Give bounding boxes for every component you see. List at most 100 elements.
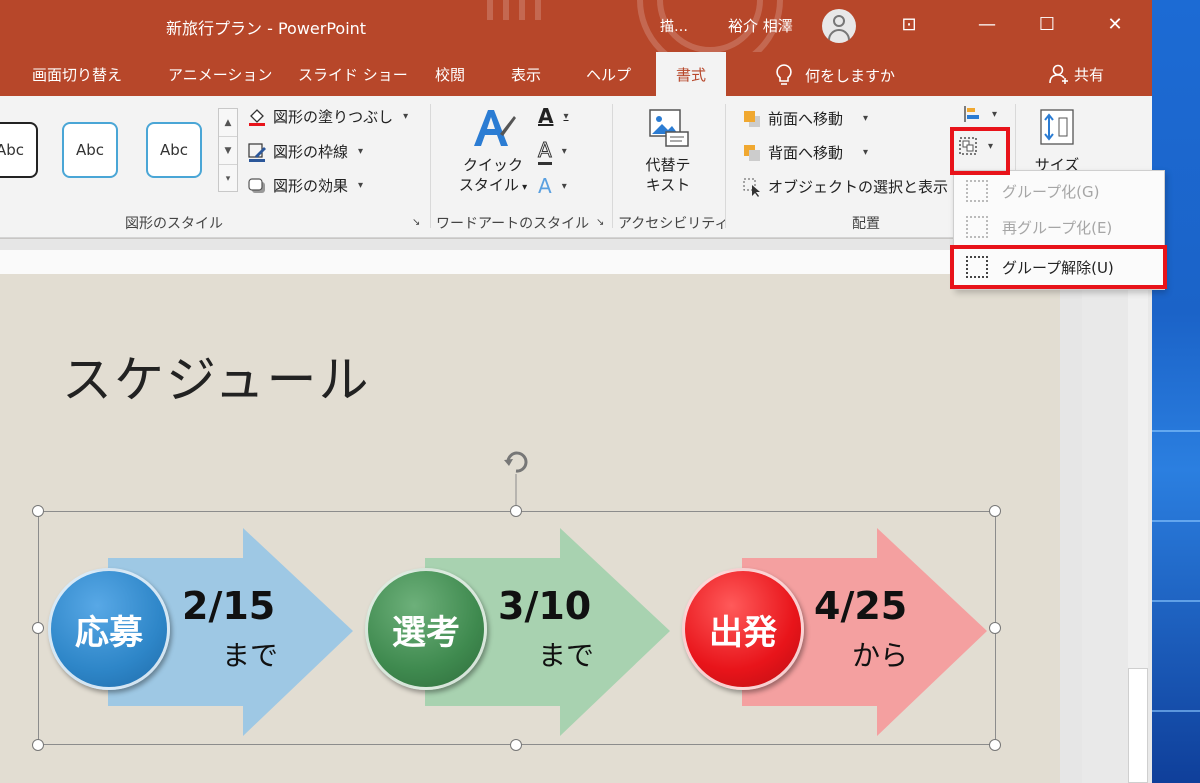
person-add-icon <box>1049 64 1068 84</box>
wordart-styles-group-label: ワードアートのスタイル <box>436 216 590 232</box>
shape-fill-label: 図形の塗りつぶし <box>273 108 394 126</box>
group-separator <box>725 104 726 228</box>
share-label: 共有 <box>1074 65 1105 84</box>
alt-text-button[interactable]: 代替テ キスト <box>630 106 706 195</box>
shape-effects-button[interactable]: 図形の効果 ▾ <box>247 175 363 196</box>
menu-item-regroup[interactable]: 再グループ化(E) <box>954 209 1164 245</box>
resize-handle[interactable] <box>32 505 44 517</box>
tab-review[interactable]: 校閲 <box>435 64 465 85</box>
tab-animations[interactable]: アニメーション <box>168 64 272 85</box>
quick-styles-button[interactable]: クイック スタイル ▾ <box>458 104 528 198</box>
send-backward-icon <box>744 144 760 161</box>
text-outline-icon: A <box>538 138 552 165</box>
tab-view[interactable]: 表示 <box>511 64 541 85</box>
group-icon <box>966 180 988 202</box>
align-icon <box>964 106 979 122</box>
shape-outline-label: 図形の枠線 <box>273 143 349 161</box>
user-name[interactable]: 裕介 相澤 <box>728 15 793 36</box>
resize-handle[interactable] <box>510 739 522 751</box>
tab-slideshow[interactable]: スライド ショー <box>298 64 408 85</box>
shape-style-gallery-item[interactable]: Abc <box>62 122 118 178</box>
paint-bucket-icon <box>249 108 265 126</box>
slide-title[interactable]: スケジュール <box>62 340 371 412</box>
title-search-box[interactable]: 描… <box>660 16 688 36</box>
group-separator <box>612 104 613 228</box>
menu-item-regroup-label: 再グループ化(E) <box>1002 218 1113 237</box>
chevron-down-icon: ▾ <box>403 111 409 122</box>
shape-fill-button[interactable]: 図形の塗りつぶし ▾ <box>247 106 408 127</box>
highlight-ungroup-item <box>950 245 1167 289</box>
tell-me-label: 何をしますか <box>805 66 896 85</box>
chevron-down-icon: ▾ <box>863 113 869 124</box>
ribbon-display-options-button[interactable]: ⊡ <box>886 0 932 48</box>
bring-forward-icon <box>744 110 760 127</box>
menu-item-group[interactable]: グループ化(G) <box>954 173 1164 209</box>
minimize-button[interactable]: — <box>964 0 1010 48</box>
vertical-scrollbar[interactable] <box>1082 250 1152 783</box>
lightbulb-icon <box>776 64 792 85</box>
share-button[interactable]: 共有 <box>1048 63 1104 85</box>
shape-style-gallery-item[interactable]: Abc <box>0 122 38 178</box>
shape-styles-group-label: 図形のスタイル <box>125 216 223 232</box>
quick-styles-label-line2: スタイル <box>458 176 519 194</box>
resize-handle[interactable] <box>32 739 44 751</box>
chevron-down-icon: ▾ <box>563 110 569 122</box>
selection-pane-button[interactable]: オブジェクトの選択と表示 <box>742 176 948 197</box>
window-title: 新旅行プラン - PowerPoint <box>166 19 367 38</box>
slide-top-edge <box>0 250 1060 274</box>
rotate-handle-icon[interactable] <box>500 448 534 512</box>
resize-handle[interactable] <box>32 622 44 634</box>
bring-forward-label: 前面へ移動 <box>768 110 844 128</box>
scroll-down-icon[interactable]: ▼ <box>219 137 237 165</box>
chevron-down-icon: ▾ <box>992 108 998 120</box>
resize-handle[interactable] <box>510 505 522 517</box>
chevron-down-icon: ▾ <box>358 180 364 191</box>
desktop-light-streak <box>1152 430 1200 432</box>
wordart-quick-style-icon <box>474 110 516 146</box>
alt-text-label-line1: 代替テ <box>645 156 691 174</box>
desktop-light-streak <box>1152 520 1200 522</box>
tab-format[interactable]: 書式 <box>656 52 726 96</box>
dialog-launcher-icon[interactable]: ↘ <box>412 217 420 228</box>
desktop-light-streak <box>1152 710 1200 712</box>
tell-me-search[interactable]: 何をしますか <box>775 63 895 87</box>
close-button[interactable]: ✕ <box>1092 0 1138 48</box>
resize-handle[interactable] <box>989 622 1001 634</box>
avatar[interactable] <box>822 9 856 43</box>
gallery-scroll[interactable]: ▲ ▼ ▾ <box>218 108 238 192</box>
group-selection-box[interactable] <box>38 511 996 745</box>
maximize-button[interactable]: ☐ <box>1024 0 1070 48</box>
scroll-up-icon[interactable]: ▲ <box>219 109 237 137</box>
chevron-down-icon: ▾ <box>561 180 567 192</box>
tab-transitions[interactable]: 画面切り替え <box>32 64 122 85</box>
resize-handle[interactable] <box>989 505 1001 517</box>
send-backward-button[interactable]: 背面へ移動 ▾ <box>742 142 868 163</box>
tab-help[interactable]: ヘルプ <box>586 64 631 85</box>
quick-styles-label-line1: クイック <box>462 156 523 174</box>
shape-effects-label: 図形の効果 <box>273 177 349 195</box>
text-fill-button[interactable]: A ▾ <box>538 104 569 128</box>
pencil-icon <box>248 142 266 162</box>
chevron-down-icon: ▾ <box>863 147 869 158</box>
size-icon <box>1040 109 1074 145</box>
selection-pane-label: オブジェクトの選択と表示 <box>768 178 949 196</box>
alt-text-label-line2: キスト <box>645 176 691 194</box>
shape-style-gallery-item[interactable]: Abc <box>146 122 202 178</box>
accessibility-group-label: アクセシビリティ <box>618 216 729 232</box>
align-button[interactable]: ▾ <box>962 104 997 124</box>
title-bar: 新旅行プラン - PowerPoint 描… 裕介 相澤 ⊡ — ☐ ✕ <box>0 0 1152 52</box>
dialog-launcher-icon[interactable]: ↘ <box>596 217 604 228</box>
shape-effects-icon <box>248 177 265 193</box>
bring-forward-button[interactable]: 前面へ移動 ▾ <box>742 108 868 129</box>
chevron-down-icon: ▾ <box>358 146 364 157</box>
selection-pane-icon <box>743 178 760 197</box>
size-button[interactable]: サイズ <box>1028 106 1086 175</box>
gallery-more-icon[interactable]: ▾ <box>219 165 237 193</box>
text-effects-button[interactable]: A ▾ <box>538 174 567 198</box>
chevron-down-icon: ▾ <box>561 146 567 157</box>
highlight-group-button <box>950 127 1010 175</box>
resize-handle[interactable] <box>989 739 1001 751</box>
text-outline-button[interactable]: A ▾ <box>538 138 567 165</box>
scrollbar-thumb[interactable] <box>1128 668 1148 783</box>
shape-outline-button[interactable]: 図形の枠線 ▾ <box>247 141 363 162</box>
